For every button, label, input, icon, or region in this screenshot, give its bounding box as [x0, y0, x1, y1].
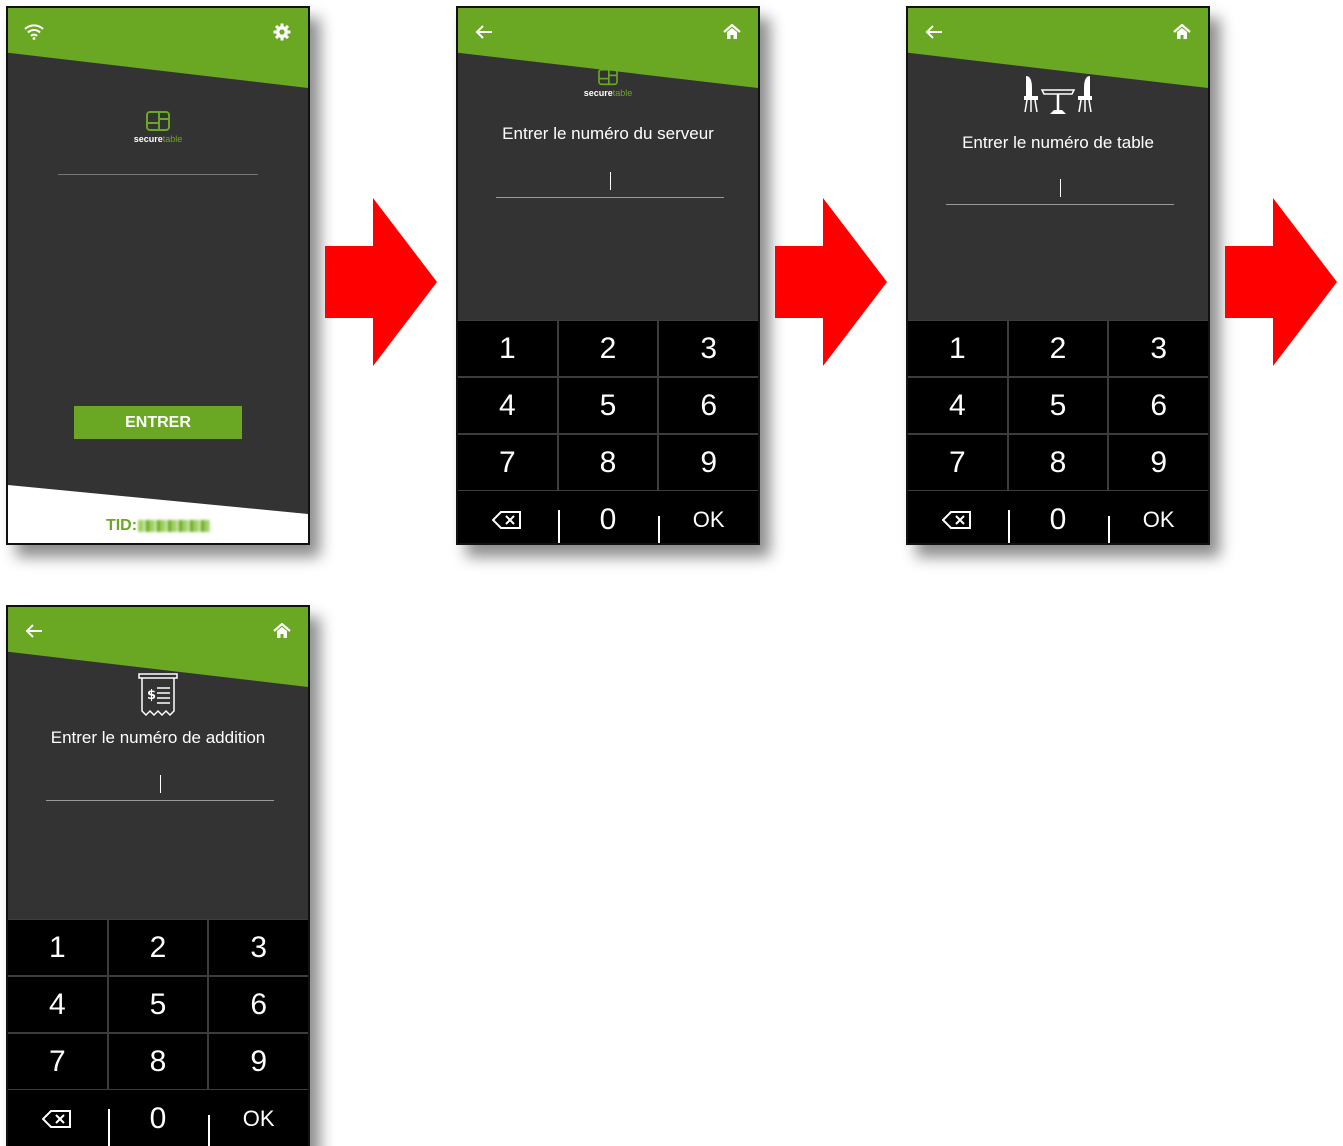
key-8[interactable]: 8: [1008, 435, 1108, 490]
backspace-icon: [492, 510, 522, 529]
key-7[interactable]: 7: [8, 1034, 107, 1089]
bill-number-screen: $ Entrer le numéro de addition 1 2 3 4 5…: [6, 605, 310, 1146]
flow-arrow: [775, 198, 887, 366]
table-number-input[interactable]: [946, 175, 1174, 205]
key-9[interactable]: 9: [1109, 435, 1208, 490]
prompt-label: Entrer le numéro du serveur: [502, 124, 714, 143]
back-arrow-icon[interactable]: [22, 619, 46, 643]
server-number-input[interactable]: [496, 168, 724, 198]
brand-name: securetable: [133, 134, 183, 144]
key-0[interactable]: 0: [107, 1091, 208, 1146]
home-icon[interactable]: [270, 619, 294, 643]
securetable-logo-icon: [146, 111, 170, 131]
key-1[interactable]: 1: [908, 321, 1007, 376]
bill-number-input[interactable]: [46, 771, 274, 801]
key-9[interactable]: 9: [659, 435, 758, 490]
key-4[interactable]: 4: [8, 977, 107, 1032]
top-bar: [8, 8, 308, 88]
flow-arrow: [1225, 198, 1337, 366]
svg-text:$: $: [147, 688, 156, 703]
server-number-screen: securetable Entrer le numéro du serveur …: [456, 6, 760, 545]
back-arrow-icon[interactable]: [922, 20, 946, 44]
text-caret: [610, 172, 611, 190]
key-2[interactable]: 2: [1008, 321, 1108, 376]
key-5[interactable]: 5: [1008, 378, 1108, 433]
key-5[interactable]: 5: [108, 977, 208, 1032]
text-caret: [1060, 179, 1061, 197]
key-8[interactable]: 8: [108, 1034, 208, 1089]
key-7[interactable]: 7: [908, 435, 1007, 490]
backspace-icon: [42, 1109, 72, 1128]
enter-button[interactable]: ENTRER: [74, 406, 242, 439]
table-chairs-icon: [908, 74, 1208, 118]
home-icon[interactable]: [720, 20, 744, 44]
terminal-id: TID:: [8, 517, 308, 535]
gear-icon[interactable]: [270, 20, 294, 44]
divider: [58, 174, 258, 175]
table-number-screen: Entrer le numéro de table 1 2 3 4 5 6 7 …: [906, 6, 1210, 545]
flow-arrow: [325, 198, 437, 366]
securetable-logo: securetable: [8, 110, 308, 144]
ok-key[interactable]: OK: [658, 492, 758, 543]
backspace-icon: [942, 510, 972, 529]
key-0[interactable]: 0: [1007, 492, 1108, 543]
key-3[interactable]: 3: [209, 920, 308, 975]
key-1[interactable]: 1: [458, 321, 557, 376]
wifi-icon: [22, 20, 46, 44]
key-3[interactable]: 3: [659, 321, 758, 376]
key-9[interactable]: 9: [209, 1034, 308, 1089]
ok-key[interactable]: OK: [208, 1091, 308, 1146]
key-4[interactable]: 4: [908, 378, 1007, 433]
securetable-logo: securetable: [458, 68, 758, 98]
login-screen: securetable ENTRER TID:: [6, 6, 310, 545]
key-6[interactable]: 6: [659, 378, 758, 433]
receipt-icon: $: [8, 673, 308, 719]
prompt-label: Entrer le numéro de addition: [50, 728, 266, 747]
numeric-keypad: 1 2 3 4 5 6 7 8 9 0 OK: [8, 920, 308, 1146]
key-3[interactable]: 3: [1109, 321, 1208, 376]
key-7[interactable]: 7: [458, 435, 557, 490]
securetable-logo-icon: [598, 68, 618, 86]
home-icon[interactable]: [1170, 20, 1194, 44]
terminal-id-redacted: [138, 519, 211, 532]
key-6[interactable]: 6: [1109, 378, 1208, 433]
text-caret: [160, 775, 161, 793]
backspace-key[interactable]: [8, 1091, 107, 1146]
key-1[interactable]: 1: [8, 920, 107, 975]
key-5[interactable]: 5: [558, 378, 658, 433]
backspace-key[interactable]: [908, 492, 1007, 543]
key-6[interactable]: 6: [209, 977, 308, 1032]
back-arrow-icon[interactable]: [472, 20, 496, 44]
numeric-keypad: 1 2 3 4 5 6 7 8 9 0 OK: [908, 321, 1208, 543]
backspace-key[interactable]: [458, 492, 557, 543]
ok-key[interactable]: OK: [1108, 492, 1208, 543]
key-4[interactable]: 4: [458, 378, 557, 433]
key-2[interactable]: 2: [108, 920, 208, 975]
numeric-keypad: 1 2 3 4 5 6 7 8 9 0 OK: [458, 321, 758, 543]
key-8[interactable]: 8: [558, 435, 658, 490]
prompt-label: Entrer le numéro de table: [962, 133, 1154, 152]
key-2[interactable]: 2: [558, 321, 658, 376]
brand-name: securetable: [583, 88, 633, 98]
key-0[interactable]: 0: [557, 492, 658, 543]
